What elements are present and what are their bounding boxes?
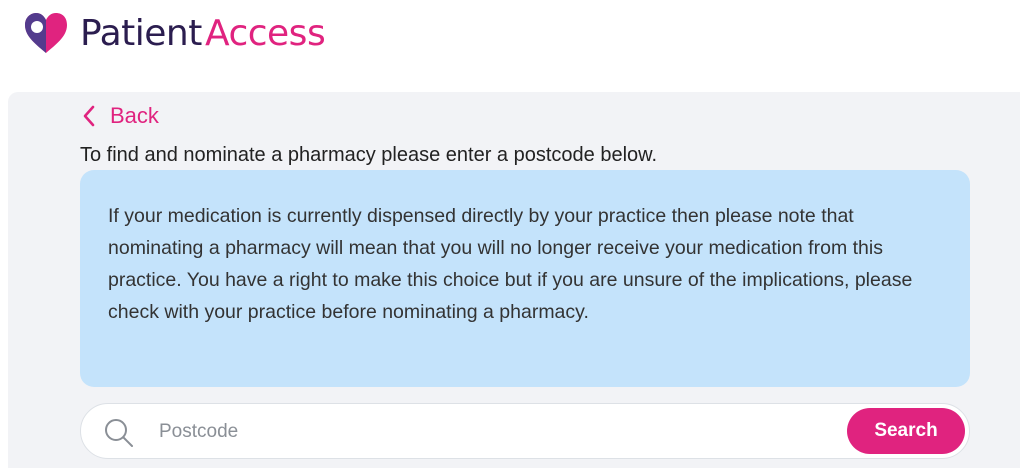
heart-pin-icon	[25, 13, 67, 53]
brand-logo-text: Patient Access	[80, 10, 326, 58]
brand-name-part2: Access	[204, 13, 326, 54]
info-notice: If your medication is currently dispense…	[80, 170, 970, 387]
back-link[interactable]: Back	[82, 101, 159, 131]
intro-text: To find and nominate a pharmacy please e…	[80, 144, 658, 166]
postcode-search-bar: Search	[80, 403, 970, 459]
app-header: Patient Access	[0, 0, 1020, 90]
back-label: Back	[110, 103, 159, 128]
search-button[interactable]: Search	[847, 408, 965, 454]
brand-name-part1: Patient	[80, 13, 202, 54]
search-icon	[105, 419, 133, 447]
postcode-input[interactable]	[159, 412, 839, 452]
notice-text: If your medication is currently dispense…	[108, 205, 913, 323]
chevron-left-icon	[83, 105, 95, 127]
